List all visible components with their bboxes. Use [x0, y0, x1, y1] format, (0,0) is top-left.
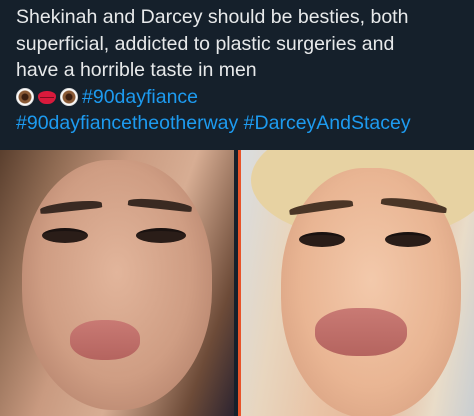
eye-right — [384, 232, 431, 247]
lips-right — [314, 308, 407, 356]
lips-left — [70, 320, 140, 360]
eye-right — [136, 228, 186, 243]
eye-left — [298, 232, 345, 247]
lips-emoji-icon — [38, 90, 56, 104]
eye-emoji-icon — [60, 87, 78, 106]
hashtag-90dayfiance[interactable]: #90dayfiance — [82, 86, 198, 108]
tweet-text: Shekinah and Darcey should be besties, b… — [16, 4, 466, 137]
tweet-line-3: have a horrible taste in men — [16, 59, 257, 81]
hashtag-darceyandstacey[interactable]: #DarceyAndStacey — [244, 112, 411, 134]
tweet-media[interactable] — [0, 150, 474, 416]
tweet-line-1: Shekinah and Darcey should be besties, b… — [16, 6, 409, 28]
photo-right[interactable] — [237, 150, 474, 416]
eye-left — [42, 228, 88, 243]
tweet-line-5: #90dayfiancetheotherway #DarceyAndStacey — [16, 110, 466, 137]
face-left — [22, 160, 212, 410]
eye-emoji-icon — [16, 87, 34, 106]
hashtag-90dayfiancetheotherway[interactable]: #90dayfiancetheotherway — [16, 112, 238, 134]
tweet-line-4: #90dayfiance — [16, 84, 466, 111]
tweet-line-2: superficial, addicted to plastic surgeri… — [16, 32, 395, 55]
photo-left[interactable] — [0, 150, 234, 416]
